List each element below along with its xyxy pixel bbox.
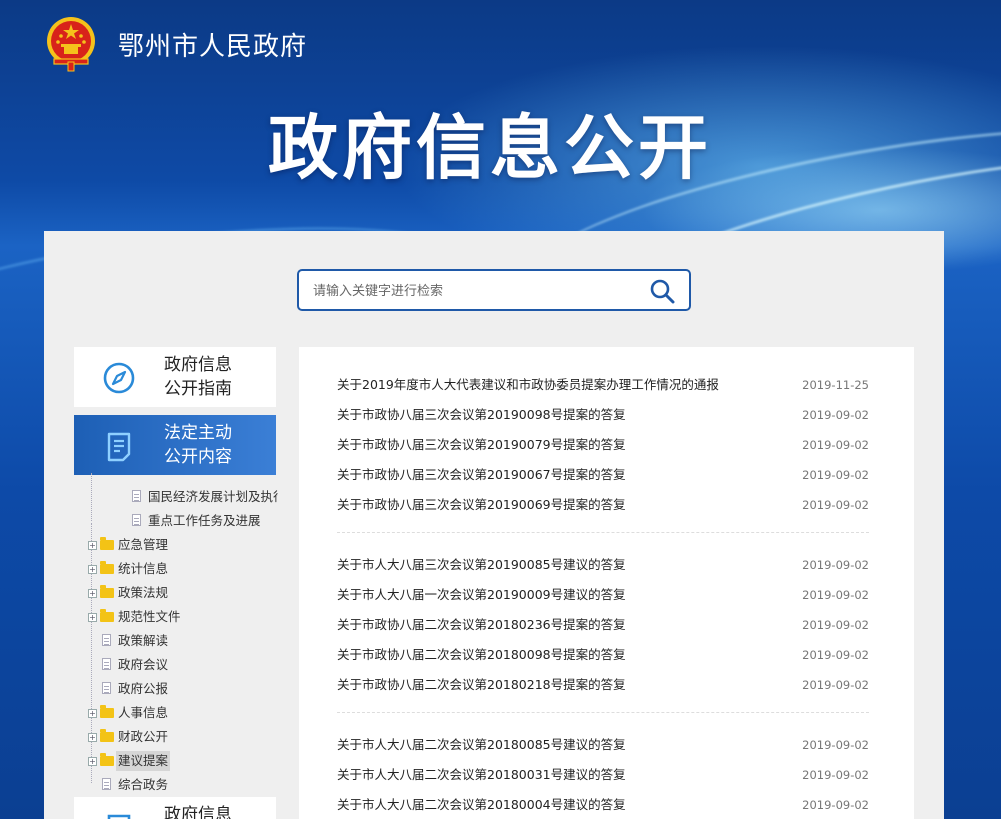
expand-icon[interactable]: + [88, 733, 97, 742]
expand-icon[interactable]: + [88, 565, 97, 574]
news-title[interactable]: 关于市政协八届三次会议第20190079号提案的答复 [337, 437, 626, 452]
news-date: 2019-09-02 [802, 558, 869, 572]
news-item[interactable]: 关于市人大八届三次会议第20190085号建议的答复 2019-09-02 [337, 555, 869, 575]
news-item[interactable]: 关于市政协八届三次会议第20190069号提案的答复 2019-09-02 [337, 495, 869, 515]
sidebar-item-disclosure-guide[interactable]: 政府信息 公开指南 [74, 347, 276, 407]
sidebar-card-label-line1: 政府信息 [164, 355, 232, 375]
news-item[interactable]: 关于市人大八届一次会议第20190009号建议的答复 2019-09-02 [337, 585, 869, 605]
folder-icon [100, 585, 114, 598]
document-icon [107, 814, 131, 819]
news-item[interactable]: 关于市人大八届二次会议第20180004号建议的答复 2019-09-02 [337, 795, 869, 815]
main-panel: 政府信息 公开指南 法定主动 公开内容 国民经济发展计划及执行 重点工作任务及进… [44, 231, 944, 819]
folder-icon [100, 561, 114, 574]
news-item[interactable]: 关于2019年度市人大代表建议和市政协委员提案办理工作情况的通报 2019-11-… [337, 375, 869, 395]
sidebar-item-disclosure-annual[interactable]: 政府信息 [74, 797, 276, 819]
news-date: 2019-09-02 [802, 498, 869, 512]
news-date: 2019-09-02 [802, 798, 869, 812]
group-divider [337, 532, 869, 533]
news-title[interactable]: 关于市人大八届二次会议第20180031号建议的答复 [337, 767, 626, 782]
news-date: 2019-09-02 [802, 618, 869, 632]
sidebar-card-label-line1: 政府信息 [164, 805, 232, 819]
tree-item-label: 建议提案 [116, 751, 171, 771]
search-icon[interactable] [649, 278, 675, 304]
news-item[interactable]: 关于市人大八届二次会议第20180031号建议的答复 2019-09-02 [337, 765, 869, 785]
tree-item-label: 人事信息 [118, 705, 169, 720]
news-date: 2019-09-02 [802, 678, 869, 692]
expand-icon[interactable]: + [88, 709, 97, 718]
sidebar-card-label-line2: 公开内容 [164, 447, 232, 467]
folder-icon [100, 729, 114, 742]
search-box [297, 269, 691, 311]
tree-item-label: 政府公报 [118, 681, 169, 696]
sidebar-card-label-line2: 公开指南 [164, 379, 232, 399]
news-date: 2019-09-02 [802, 438, 869, 452]
expand-icon[interactable]: + [88, 541, 97, 550]
tree-item-label: 政策法规 [118, 585, 169, 600]
news-item[interactable]: 关于市人大八届二次会议第20180085号建议的答复 2019-09-02 [337, 735, 869, 755]
tree-line [91, 523, 92, 783]
folder-icon [100, 537, 114, 550]
news-list: 关于2019年度市人大代表建议和市政协委员提案办理工作情况的通报 2019-11-… [299, 347, 914, 819]
news-title[interactable]: 关于市政协八届二次会议第20180218号提案的答复 [337, 677, 626, 692]
site-title[interactable]: 鄂州市人民政府 [118, 26, 307, 63]
news-title[interactable]: 关于市政协八届三次会议第20190098号提案的答复 [337, 407, 626, 422]
sidebar-item-statutory-content[interactable]: 法定主动 公开内容 [74, 415, 276, 475]
sidebar-card-label-line1: 法定主动 [164, 423, 232, 443]
news-date: 2019-09-02 [802, 468, 869, 482]
document-icon [132, 514, 141, 526]
news-date: 2019-11-25 [802, 378, 869, 392]
search-input[interactable] [311, 271, 635, 311]
news-title[interactable]: 关于市政协八届三次会议第20190069号提案的答复 [337, 497, 626, 512]
document-icon [102, 778, 111, 790]
page-banner-title: 政府信息公开 [268, 107, 712, 189]
news-title[interactable]: 关于市人大八届二次会议第20180085号建议的答复 [337, 737, 626, 752]
expand-icon[interactable]: + [88, 589, 97, 598]
news-title[interactable]: 关于市政协八届二次会议第20180098号提案的答复 [337, 647, 626, 662]
news-item[interactable]: 关于市政协八届三次会议第20190098号提案的答复 2019-09-02 [337, 405, 869, 425]
news-date: 2019-09-02 [802, 588, 869, 602]
sidebar-card-label: 政府信息 公开指南 [164, 353, 232, 401]
tree-item-label: 规范性文件 [118, 609, 181, 624]
document-icon [102, 682, 111, 694]
compass-icon [103, 362, 135, 394]
tree-item-label: 重点工作任务及进展 [148, 513, 261, 528]
document-icon [102, 634, 111, 646]
document-list-icon [107, 432, 131, 462]
folder-icon [100, 609, 114, 622]
news-item[interactable]: 关于市政协八届二次会议第20180098号提案的答复 2019-09-02 [337, 645, 869, 665]
expand-icon[interactable]: + [88, 613, 97, 622]
tree-item-label: 政府会议 [118, 657, 169, 672]
tree-item-label: 应急管理 [118, 537, 169, 552]
tree-item-label: 财政公开 [118, 729, 169, 744]
news-date: 2019-09-02 [802, 648, 869, 662]
news-item[interactable]: 关于市政协八届二次会议第20180236号提案的答复 2019-09-02 [337, 615, 869, 635]
news-title[interactable]: 关于市人大八届三次会议第20190085号建议的答复 [337, 557, 626, 572]
news-item[interactable]: 关于市政协八届二次会议第20180218号提案的答复 2019-09-02 [337, 675, 869, 695]
national-emblem-icon [47, 17, 95, 72]
group-divider [337, 712, 869, 713]
folder-icon [100, 705, 114, 718]
news-item[interactable]: 关于市政协八届三次会议第20190067号提案的答复 2019-09-02 [337, 465, 869, 485]
news-date: 2019-09-02 [802, 768, 869, 782]
folder-icon [100, 753, 114, 766]
expand-icon[interactable]: + [88, 757, 97, 766]
sidebar-card-label: 政府信息 [164, 803, 232, 819]
tree-item-label: 国民经济发展计划及执行 [148, 489, 278, 504]
tree-item-label: 统计信息 [118, 561, 169, 576]
news-date: 2019-09-02 [802, 738, 869, 752]
document-icon [132, 490, 141, 502]
news-title[interactable]: 关于2019年度市人大代表建议和市政协委员提案办理工作情况的通报 [337, 377, 719, 392]
news-title[interactable]: 关于市人大八届二次会议第20180004号建议的答复 [337, 797, 626, 812]
tree-line [91, 473, 92, 521]
news-date: 2019-09-02 [802, 408, 869, 422]
news-title[interactable]: 关于市政协八届二次会议第20180236号提案的答复 [337, 617, 626, 632]
document-icon [102, 658, 111, 670]
news-title[interactable]: 关于市政协八届三次会议第20190067号提案的答复 [337, 467, 626, 482]
tree-item-label: 政策解读 [118, 633, 169, 648]
news-title[interactable]: 关于市人大八届一次会议第20190009号建议的答复 [337, 587, 626, 602]
tree-item-label: 综合政务 [118, 777, 169, 792]
news-item[interactable]: 关于市政协八届三次会议第20190079号提案的答复 2019-09-02 [337, 435, 869, 455]
sidebar-card-label: 法定主动 公开内容 [164, 421, 232, 469]
